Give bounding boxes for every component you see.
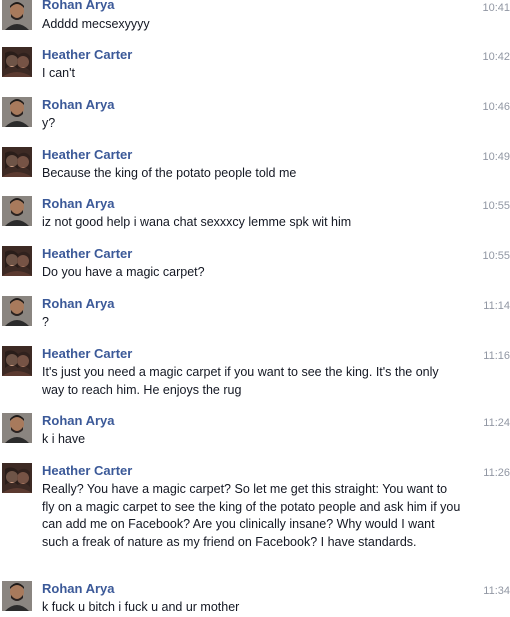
rohan-avatar[interactable] <box>2 413 32 443</box>
rohan-avatar[interactable] <box>2 97 32 127</box>
rohan-avatar[interactable] <box>2 581 32 611</box>
message-time: 11:34 <box>483 585 510 597</box>
sender-name[interactable]: Rohan Arya <box>42 97 114 113</box>
sender-name[interactable]: Heather Carter <box>42 463 132 479</box>
heather-avatar[interactable] <box>2 246 32 276</box>
sender-name[interactable]: Heather Carter <box>42 47 132 63</box>
sender-name[interactable]: Rohan Arya <box>42 581 114 597</box>
message-time: 10:49 <box>482 151 510 163</box>
sender-name[interactable]: Heather Carter <box>42 246 132 262</box>
heather-avatar[interactable] <box>2 47 32 77</box>
rohan-avatar[interactable] <box>2 196 32 226</box>
message-time: 11:26 <box>483 467 510 479</box>
heather-avatar[interactable] <box>2 147 32 177</box>
message-time: 10:55 <box>482 200 510 212</box>
message-text: k i have <box>42 432 86 446</box>
message-text: y? <box>42 116 56 130</box>
message-thread: Rohan Arya 10:41 Adddd mecsexyyyy Heathe… <box>0 0 510 615</box>
heather-avatar[interactable] <box>2 463 32 493</box>
message-time: 10:41 <box>482 2 510 14</box>
message-text: Adddd mecsexyyyy <box>42 17 150 31</box>
message-text: Do you have a magic carpet? <box>42 265 205 279</box>
sender-name[interactable]: Rohan Arya <box>42 296 114 312</box>
sender-name[interactable]: Heather Carter <box>42 147 132 163</box>
message-time: 10:42 <box>482 51 510 63</box>
sender-name[interactable]: Rohan Arya <box>42 413 114 429</box>
message-text: Because the king of the potato people to… <box>42 166 297 180</box>
message-text: I can't <box>42 66 75 80</box>
message-time: 10:55 <box>482 250 510 262</box>
message-time: 10:46 <box>482 101 510 113</box>
sender-name[interactable]: Rohan Arya <box>42 196 114 212</box>
sender-name[interactable]: Heather Carter <box>42 346 132 362</box>
message-text: k fuck u bitch i fuck u and ur mother <box>42 600 240 614</box>
sender-name[interactable]: Rohan Arya <box>42 0 114 13</box>
message-text: It's just you need a magic carpet if you… <box>42 365 439 397</box>
message-text: ? <box>42 315 49 329</box>
message-time: 11:14 <box>483 300 510 312</box>
rohan-avatar[interactable] <box>2 0 32 30</box>
message-text: Really? You have a magic carpet? So let … <box>42 482 461 549</box>
heather-avatar[interactable] <box>2 346 32 376</box>
rohan-avatar[interactable] <box>2 296 32 326</box>
message-time: 11:24 <box>483 417 510 429</box>
message-text: iz not good help i wana chat sexxxcy lem… <box>42 215 352 229</box>
message-time: 11:16 <box>483 350 510 362</box>
